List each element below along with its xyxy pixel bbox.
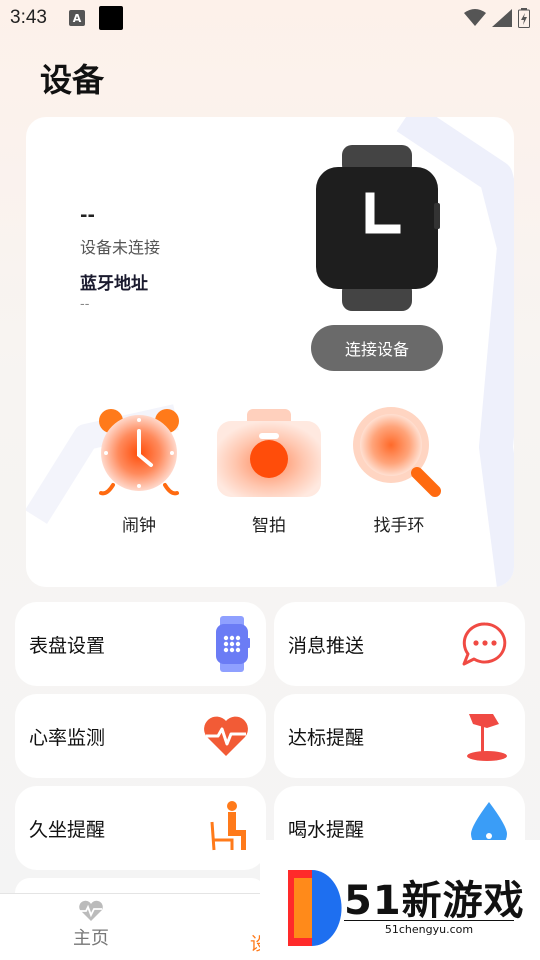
feature-label: 喝水提醒 <box>288 818 365 841</box>
signal-icon <box>492 9 512 27</box>
bluetooth-address-label: 蓝牙地址 <box>80 274 148 294</box>
feature-label: 表盘设置 <box>29 634 106 657</box>
quick-action-label: 找手环 <box>373 516 425 536</box>
quick-action-find-band[interactable]: 找手环 <box>344 407 454 536</box>
flag-icon <box>467 714 507 761</box>
feature-label: 达标提醒 <box>288 726 365 749</box>
logo-emblem-icon <box>288 870 342 946</box>
quick-action-alarm[interactable]: 闹钟 <box>84 407 194 536</box>
quick-action-smart-shot[interactable]: 智拍 <box>214 407 324 536</box>
feature-label: 消息推送 <box>288 634 365 657</box>
feature-watch-face[interactable]: 表盘设置 <box>15 602 266 686</box>
status-indicators <box>464 8 530 28</box>
bluetooth-address-value: -- <box>80 297 90 312</box>
nav-tab-home[interactable]: 主页 <box>60 900 122 950</box>
connect-device-button[interactable]: 连接设备 <box>311 325 443 371</box>
chat-bubble-icon <box>462 622 507 666</box>
page-title: 设备 <box>40 61 105 99</box>
smartwatch-icon <box>316 145 440 311</box>
watermark-url: 51chengyu.com <box>344 920 514 936</box>
wifi-icon <box>464 9 486 26</box>
watch-face-icon <box>216 616 250 672</box>
notification-a-icon: A <box>68 10 85 26</box>
quick-action-label: 智拍 <box>252 516 286 536</box>
feature-heart-rate[interactable]: 心率监测 <box>15 694 266 778</box>
sitting-person-icon <box>210 801 246 851</box>
feature-goal-reminder[interactable]: 达标提醒 <box>274 694 525 778</box>
watermark-logo: 51新游戏 51chengyu.com <box>260 840 540 960</box>
quick-action-label: 闹钟 <box>122 516 156 536</box>
notification-square-icon <box>98 6 123 30</box>
alarm-clock-icon <box>99 409 179 496</box>
feature-label: 心率监测 <box>29 726 106 749</box>
feature-label: 久坐提醒 <box>29 818 106 841</box>
heart-rate-icon <box>204 716 248 756</box>
status-time: 3:43 <box>10 7 47 28</box>
device-name: -- <box>80 205 95 226</box>
device-status: 设备未连接 <box>80 238 161 257</box>
heart-pulse-icon <box>79 900 103 921</box>
magnifier-icon <box>353 407 441 497</box>
nav-tab-home-label: 主页 <box>73 928 109 949</box>
status-bar: 3:43 A <box>0 0 540 36</box>
feature-sedentary-reminder[interactable]: 久坐提醒 <box>15 786 266 870</box>
device-card: -- 设备未连接 蓝牙地址 -- 连接设备 闹钟 智拍 找手环 <box>26 117 514 587</box>
battery-icon <box>518 8 530 28</box>
feature-message-push[interactable]: 消息推送 <box>274 602 525 686</box>
camera-icon <box>217 409 321 497</box>
watermark-text: 51新游戏 <box>344 878 525 924</box>
